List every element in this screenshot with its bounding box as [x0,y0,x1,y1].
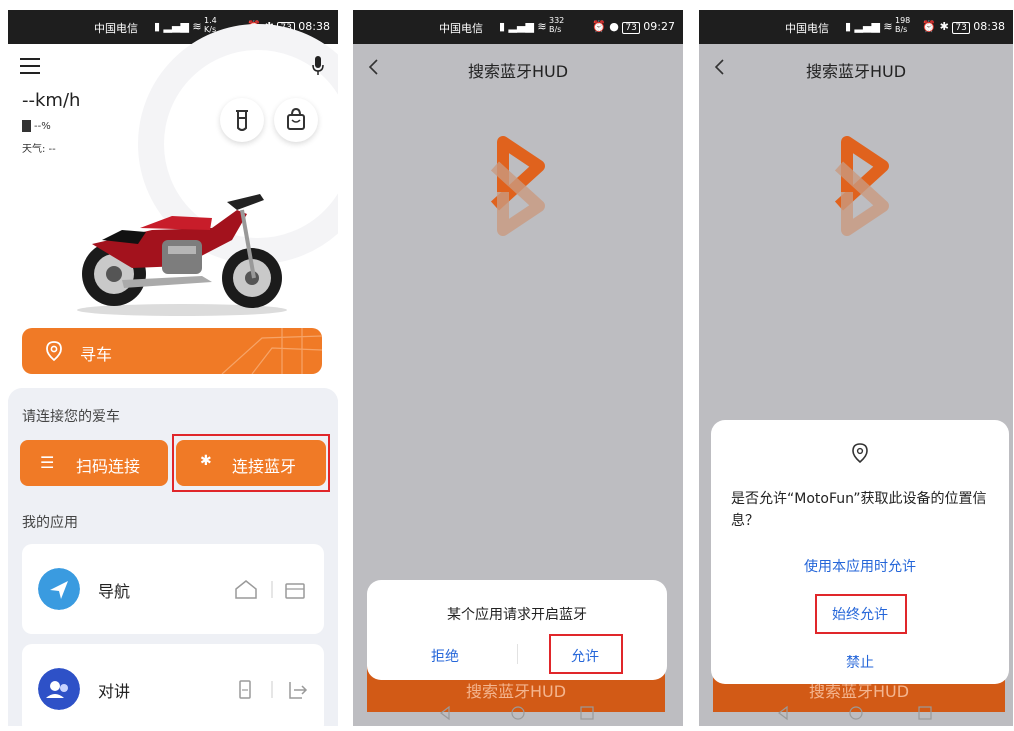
highlight-box [815,594,907,634]
carrier-label: 中国电信 [94,22,138,35]
app-label: 对讲 [98,682,131,701]
carrier-label: 中国电信 [439,22,483,35]
bluetooth-permission-dialog: 某个应用请求开启蓝牙 拒绝 允许 [367,580,667,680]
location-pin-icon [46,341,62,362]
page-title: 搜索蓝牙HUD [467,62,569,81]
shopping-bag-icon [287,107,305,130]
find-car-button[interactable]: 寻车 [22,328,322,374]
location-pin-icon [852,443,868,464]
dashboard: --km/h --% 天气: -- 寻车 [8,24,338,400]
find-car-label: 寻车 [80,345,113,364]
app-card-navigation[interactable]: 导航 [22,544,324,634]
clock: 08:38 [973,20,1005,33]
bluetooth-logo-icon [490,136,545,236]
scooter-icon [236,110,248,131]
clock: 09:27 [643,20,675,33]
status-bar: 中国电信 ▮ ▂▄▆ ≋ 332 B/s ⏰ ● 73 09:27 [353,10,683,44]
net-speed: 198 B/s [895,16,911,34]
location-permission-screen: 中国电信 ▮ ▂▄▆ ≋ 198 B/s ⏰ ✱ 73 08:38 搜索蓝牙HU… [699,10,1013,726]
alarm-icon: ⏰ [592,20,606,33]
connection-panel: 请连接您的爱车 ☰ 扫码连接 ✱ 连接蓝牙 我的应用 导航 对讲 [8,388,338,726]
shop-button[interactable] [274,98,318,142]
scooter-button[interactable] [220,98,264,142]
microphone-icon[interactable] [312,56,324,76]
clock: 08:38 [298,20,330,33]
signal-icon: ▮ ▂▄▆ ≋ [154,20,202,33]
app-card-intercom[interactable]: 对讲 [22,644,324,726]
highlight-box [172,434,330,492]
location-status-icon: ● [609,20,619,33]
nav-recent-icon [580,706,594,720]
signal-icon: ▮ ▂▄▆ ≋ [499,20,547,33]
allow-while-using-button[interactable]: 使用本应用时允许 [711,556,1009,576]
fuel-value: --% [34,121,51,132]
home-screen: 中国电信 ▮ ▂▄▆ ≋ 1.4 K/s ⏰ ✱ 73 08:38 --km/h… [8,10,338,726]
carrier-label: 中国电信 [785,22,829,35]
status-right: ⏰ ● 73 09:27 [592,20,675,34]
my-apps-title: 我的应用 [22,515,78,531]
deny-button[interactable]: 禁止 [711,652,1009,672]
app-label: 导航 [98,582,131,601]
scan-connect-button[interactable]: ☰ 扫码连接 [20,440,168,486]
fuel-readout: --% [22,120,51,132]
deny-button[interactable]: 拒绝 [431,646,459,666]
bluetooth-search-screen: 中国电信 ▮ ▂▄▆ ≋ 332 B/s ⏰ ● 73 09:27 搜索蓝牙HU… [353,10,683,726]
weather-readout: 天气: -- [22,144,56,155]
nav-back-icon [778,705,788,721]
alarm-icon: ⏰ [922,20,937,33]
nav-home-icon [511,706,525,720]
connect-prompt: 请连接您的爱车 [22,409,120,425]
nav-recent-icon [918,706,932,720]
nav-back-icon [440,705,450,721]
motorcycle-image [77,194,287,316]
fuel-icon [22,120,31,132]
bluetooth-status-icon: ✱ [939,20,949,33]
nav-home-icon [849,706,863,720]
card-actions [239,680,308,699]
divider [517,644,518,664]
battery-icon: 73 [952,22,970,34]
status-right: ⏰ ✱ 73 08:38 [922,20,1005,34]
speed-readout: --km/h [22,90,81,111]
signal-icon: ▮ ▂▄▆ ≋ [845,20,893,33]
status-bar: 中国电信 ▮ ▂▄▆ ≋ 198 B/s ⏰ ✱ 73 08:38 [699,10,1013,44]
dialog-message: 某个应用请求开启蓝牙 [447,607,587,623]
system-nav-bar [771,704,941,722]
card-actions [235,580,305,599]
dialog-message: 是否允许“MotoFun”获取此设备的位置信息？ [731,491,987,529]
scan-connect-label: 扫码连接 [76,457,141,476]
location-permission-dialog: 是否允许“MotoFun”获取此设备的位置信息？ 使用本应用时允许 始终允许 禁… [711,420,1009,684]
navigation-icon [38,568,80,610]
menu-icon[interactable] [20,58,40,74]
net-speed: 332 B/s [549,16,565,34]
page-title: 搜索蓝牙HUD [805,62,907,81]
bluetooth-logo-icon [834,136,889,236]
battery-icon: 73 [622,22,640,34]
intercom-icon [38,668,80,710]
system-nav-bar [433,704,603,722]
highlight-box [549,634,623,674]
map-decoration [221,328,322,374]
scan-icon: ☰ [40,453,55,472]
